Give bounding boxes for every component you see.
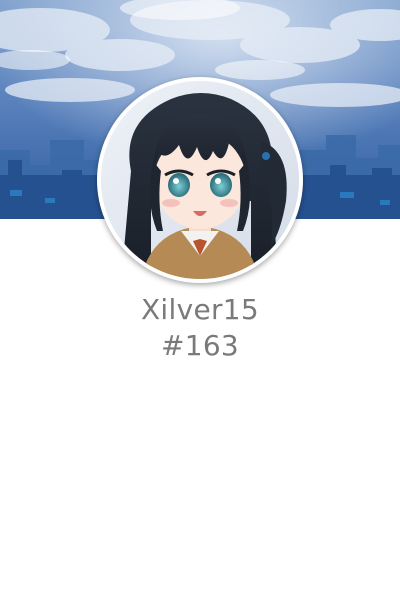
profile-card: Xilver15 #163 [0,0,400,600]
username: Xilver15 [140,293,260,326]
avatar[interactable] [101,81,299,279]
rank-number: #163 [160,329,240,362]
avatar-image [101,81,299,279]
avatar-frame [97,77,303,283]
